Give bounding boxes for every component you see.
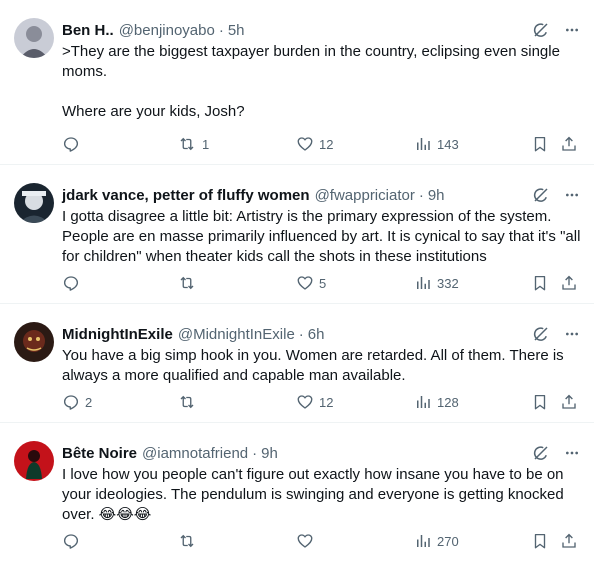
views-button[interactable]: 332 [414,273,459,293]
share-icon [560,393,578,411]
share-button[interactable] [560,392,578,412]
repost-icon [177,274,197,292]
timestamp[interactable]: 9h [428,187,445,204]
grok-icon[interactable] [532,186,550,204]
reply-button[interactable] [62,273,85,293]
views-button[interactable]: 143 [414,134,459,154]
tweet[interactable]: jdark vance, petter of fluffy women @fwa… [0,165,594,304]
reply-icon [62,532,80,550]
analytics-icon [414,135,432,153]
share-button[interactable] [560,134,578,154]
view-count: 128 [437,394,459,410]
repost-button[interactable] [177,273,202,293]
bookmark-button[interactable] [531,134,549,154]
author-name[interactable]: jdark vance, petter of fluffy women [62,187,310,204]
separator-dot: · [418,186,424,204]
repost-count: 1 [202,136,210,152]
tweet[interactable]: Bête Noire @iamnotafriend · 9h I love ho… [0,423,594,562]
tweet-text: I gotta disagree a little bit: Artistry … [62,208,585,265]
tweet[interactable]: Ben H.. @benjinoyabo · 5h >They are the … [0,0,594,165]
like-button[interactable]: 5 [296,273,326,293]
like-button[interactable] [296,531,319,551]
author-handle[interactable]: @benjinoyabo [119,22,215,39]
bookmark-icon [531,135,549,153]
views-button[interactable]: 128 [414,392,459,412]
view-count: 143 [437,136,459,152]
bookmark-icon [531,393,549,411]
more-options-icon[interactable] [564,187,580,203]
analytics-icon [414,274,432,292]
heart-icon [296,532,314,550]
share-icon [560,274,578,292]
reply-icon [62,135,80,153]
like-button[interactable]: 12 [296,134,333,154]
author-name[interactable]: MidnightInExile [62,326,173,343]
grok-icon[interactable] [532,325,550,343]
heart-icon [296,393,314,411]
author-handle[interactable]: @iamnotafriend [142,445,248,462]
heart-icon [296,135,314,153]
bookmark-button[interactable] [531,273,549,293]
repost-icon [177,393,197,411]
repost-button[interactable] [177,392,202,412]
reply-button[interactable]: 2 [62,392,92,412]
grok-icon[interactable] [532,444,550,462]
view-count: 270 [437,533,459,549]
separator-dot: · [252,444,258,462]
repost-icon [177,532,197,550]
author-name[interactable]: Ben H.. [62,22,114,39]
author-name[interactable]: Bête Noire [62,445,137,462]
reply-icon [62,393,80,411]
bookmark-icon [531,274,549,292]
separator-dot: · [298,325,304,343]
repost-icon [177,135,197,153]
bookmark-icon [531,532,549,550]
heart-icon [296,274,314,292]
view-count: 332 [437,275,459,291]
share-icon [560,135,578,153]
tweet-text: I love how you people can't figure out e… [62,466,568,523]
like-count: 12 [319,394,334,410]
analytics-icon [414,532,432,550]
share-button[interactable] [560,531,578,551]
share-icon [560,532,578,550]
reply-feed: Ben H.. @benjinoyabo · 5h >They are the … [0,0,594,562]
analytics-icon [414,393,432,411]
separator-dot: · [218,21,224,39]
avatar[interactable] [14,322,54,362]
more-options-icon[interactable] [564,326,580,342]
tweet[interactable]: MidnightInExile @MidnightInExile · 6h Yo… [0,304,594,423]
more-options-icon[interactable] [564,445,580,461]
tweet-text: >They are the biggest taxpayer burden in… [62,43,560,120]
repost-button[interactable] [177,531,202,551]
repost-button[interactable]: 1 [177,134,209,154]
bookmark-button[interactable] [531,531,549,551]
timestamp[interactable]: 6h [308,326,325,343]
avatar[interactable] [14,441,54,481]
reply-count: 2 [85,394,93,410]
views-button[interactable]: 270 [414,531,459,551]
author-handle[interactable]: @MidnightInExile [178,326,295,343]
avatar[interactable] [14,18,54,58]
bookmark-button[interactable] [531,392,549,412]
like-button[interactable]: 12 [296,392,333,412]
author-handle[interactable]: @fwappriciator [315,187,415,204]
reply-button[interactable] [62,531,85,551]
reply-button[interactable] [62,134,85,154]
share-button[interactable] [560,273,578,293]
timestamp[interactable]: 5h [228,22,245,39]
tweet-text: You have a big simp hook in you. Women a… [62,347,568,384]
reply-icon [62,274,80,292]
avatar[interactable] [14,183,54,223]
like-count: 5 [319,275,327,291]
timestamp[interactable]: 9h [261,445,278,462]
more-options-icon[interactable] [564,22,580,38]
like-count: 12 [319,136,334,152]
grok-icon[interactable] [532,21,550,39]
